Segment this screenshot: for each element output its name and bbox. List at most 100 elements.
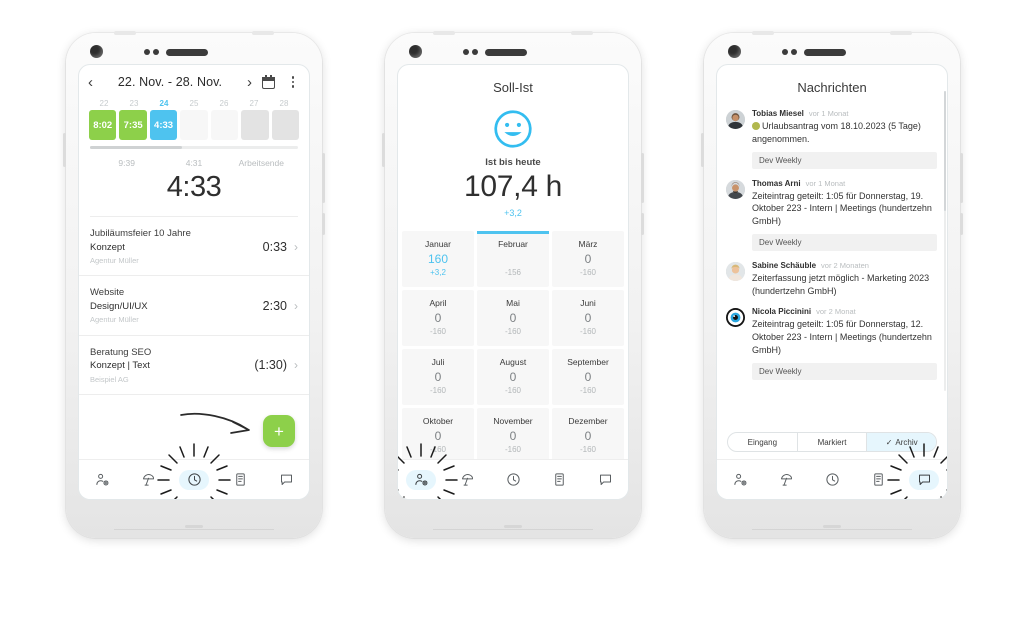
sidebar-item-team[interactable]: [79, 460, 125, 499]
list-item[interactable]: Thomas Arni vor 1 Monat Zeiteintrag gete…: [717, 173, 947, 255]
sidebar-item-time[interactable]: [490, 460, 536, 499]
next-week-button[interactable]: ›: [247, 75, 252, 90]
phone-antenna-right: [252, 31, 274, 35]
list-item[interactable]: Tobias Miesel vor 1 Monat Urlaubsantrag …: [717, 103, 947, 173]
task-project: Beratung SEO: [90, 346, 152, 358]
list-item[interactable]: Nicola Piccinini vor 2 Monat Zeiteintrag…: [717, 301, 947, 383]
month-value: 0: [509, 370, 517, 384]
month-cell[interactable]: Mai 0 -160: [477, 290, 549, 346]
sidebar-item-team[interactable]: [717, 460, 763, 499]
sidebar-item-messages[interactable]: [582, 460, 628, 499]
day-number[interactable]: 22: [89, 99, 119, 108]
sidebar-item-team[interactable]: [398, 442, 458, 499]
week-bar[interactable]: 7:35: [119, 110, 147, 140]
month-cell[interactable]: Januar 160 +3,2: [402, 231, 474, 287]
phone3-screen: Nachrichten Tobias Miesel vor 1 Monat Ur…: [716, 64, 948, 500]
earpiece-speaker: [804, 49, 846, 56]
message-tag[interactable]: Dev Weekly: [752, 362, 937, 380]
month-cell[interactable]: Juni 0 -160: [552, 290, 624, 346]
week-bar[interactable]: [180, 110, 208, 140]
sensor-dot-icon: [153, 49, 159, 55]
chevron-right-icon[interactable]: ›: [294, 240, 298, 254]
add-entry-button[interactable]: +: [263, 415, 295, 447]
week-bar[interactable]: 8:02: [89, 110, 117, 140]
message-author: Thomas Arni: [752, 178, 801, 188]
sidebar-item-messages[interactable]: [887, 442, 947, 499]
month-name: September: [567, 357, 609, 367]
message-tag[interactable]: Dev Weekly: [752, 233, 937, 251]
sidebar-item-absence[interactable]: [763, 460, 809, 499]
kebab-menu-icon[interactable]: [286, 75, 300, 89]
week-day-numbers: 22 23 24 25 26 27 28: [79, 99, 309, 108]
month-cell[interactable]: Juli 0 -160: [402, 349, 474, 405]
pointing-arrow-icon: [180, 412, 250, 434]
green-circle-emoji-icon: [752, 122, 760, 130]
phone2-screen: Soll-Ist Ist bis heute 107,4 h +3,2 Janu…: [397, 64, 629, 500]
month-cell[interactable]: August 0 -160: [477, 349, 549, 405]
tab-markiert[interactable]: Markiert: [798, 433, 868, 451]
month-cell-selected[interactable]: Februar -156: [477, 231, 549, 287]
day-number[interactable]: 25: [179, 99, 209, 108]
sidebar-item-reports[interactable]: [536, 460, 582, 499]
day-total-time: 4:33: [166, 171, 222, 203]
phone-antenna-right: [571, 31, 593, 35]
beach-umbrella-icon: [771, 470, 801, 490]
prev-week-button[interactable]: ‹: [88, 75, 93, 90]
earpiece-speaker: [166, 49, 208, 56]
front-camera-icon: [728, 45, 741, 58]
message-author: Nicola Piccinini: [752, 307, 812, 317]
table-row[interactable]: Jubiläumsfeier 10 Jahre Konzept Agentur …: [79, 217, 309, 277]
message-tag[interactable]: Dev Weekly: [752, 151, 937, 169]
task-project: Website: [90, 287, 125, 299]
phone-bottom-line: [752, 529, 912, 530]
sidebar-item-absence[interactable]: [444, 460, 490, 499]
day-number[interactable]: 23: [119, 99, 149, 108]
day-number[interactable]: 28: [269, 99, 299, 108]
day-number[interactable]: 27: [239, 99, 269, 108]
sidebar-item-absence[interactable]: [125, 460, 171, 499]
month-cell[interactable]: September 0 -160: [552, 349, 624, 405]
month-name: Januar: [425, 239, 451, 249]
chat-bubble-icon: [590, 470, 620, 490]
list-item[interactable]: Sabine Schäuble vor 2 Monaten Zeiterfass…: [717, 255, 947, 302]
week-bar[interactable]: [271, 110, 299, 140]
sidebar-item-reports[interactable]: [217, 460, 263, 499]
table-row[interactable]: Website Design/UI/UX Agentur Müller 2:30…: [79, 276, 309, 336]
month-delta: -160: [504, 386, 521, 395]
month-cell[interactable]: Dezember 0 -160: [552, 408, 624, 464]
calendar-icon[interactable]: [262, 75, 275, 89]
month-delta: +3,2: [430, 268, 446, 277]
tab-archiv[interactable]: ✓ Archiv: [867, 433, 936, 451]
scrollbar-thumb[interactable]: [944, 91, 946, 211]
receipt-icon: [863, 470, 893, 490]
chat-bubble-icon: [909, 469, 939, 490]
month-cell[interactable]: April 0 -160: [402, 290, 474, 346]
sidebar-item-time[interactable]: [809, 460, 855, 499]
phone-device-messages: Nachrichten Tobias Miesel vor 1 Monat Ur…: [701, 31, 963, 538]
sidebar-item-time[interactable]: [157, 442, 231, 499]
phone-button-left: [382, 133, 385, 167]
end-of-work-label: Arbeitsende: [238, 158, 284, 168]
sidebar-item-reports[interactable]: [855, 460, 901, 499]
day-number-active[interactable]: 24: [149, 99, 179, 108]
month-name: März: [578, 239, 598, 249]
chevron-right-icon[interactable]: ›: [294, 299, 298, 313]
sidebar-item-messages[interactable]: [263, 460, 309, 499]
actual-hours-value: 107,4 h: [464, 170, 562, 203]
month-cell[interactable]: Oktober 0 -160: [402, 408, 474, 464]
tab-eingang[interactable]: Eingang: [728, 433, 798, 451]
week-bar[interactable]: [241, 110, 269, 140]
month-cell[interactable]: November 0 -160: [477, 408, 549, 464]
month-cell[interactable]: März 0 -160: [552, 231, 624, 287]
month-delta: -156: [504, 268, 521, 277]
table-row[interactable]: Beratung SEO Konzept | Text Beispiel AG …: [79, 336, 309, 395]
task-name: Konzept | Text: [90, 360, 150, 372]
day-number[interactable]: 26: [209, 99, 239, 108]
avatar: [726, 179, 745, 199]
check-icon: ✓: [885, 437, 893, 447]
week-bar[interactable]: [210, 110, 239, 140]
chevron-right-icon[interactable]: ›: [294, 358, 298, 372]
day-progress-fill: [90, 146, 182, 149]
week-bar-selected[interactable]: 4:33: [149, 110, 178, 140]
task-client: Beispiel AG: [90, 374, 129, 384]
